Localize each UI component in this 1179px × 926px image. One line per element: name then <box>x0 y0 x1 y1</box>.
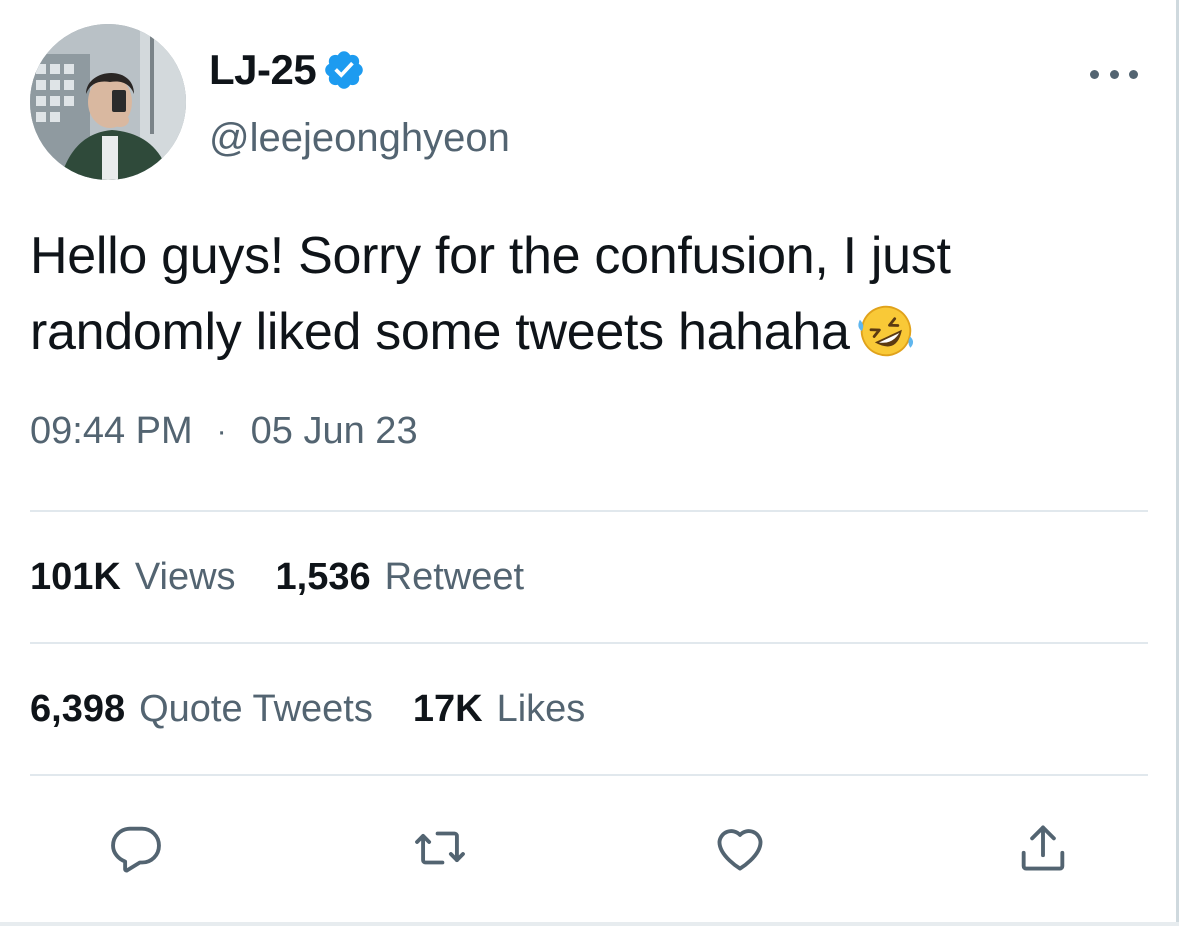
dot-icon <box>1109 69 1119 79</box>
divider <box>30 510 1148 512</box>
avatar-photo <box>30 24 186 180</box>
tweet-date[interactable]: 05 Jun 23 <box>251 410 418 453</box>
views-count: 101K <box>30 556 121 598</box>
stats-row-views-retweets: 101K Views 1,536 Retweet <box>30 556 564 599</box>
quote-tweets-stat[interactable]: 6,398 Quote Tweets <box>30 688 373 731</box>
views-stat[interactable]: 101K Views <box>30 556 236 599</box>
likes-label: Likes <box>496 688 586 730</box>
tweet-timestamp[interactable]: 09:44 PM · 05 Jun 23 <box>30 410 418 453</box>
bottom-edge <box>0 922 1179 926</box>
likes-count: 17K <box>412 688 483 730</box>
display-name[interactable]: LJ-25 <box>209 46 317 94</box>
views-label: Views <box>134 556 236 598</box>
tweet-action-bar <box>0 815 1179 881</box>
avatar[interactable] <box>30 24 186 180</box>
share-button[interactable] <box>1010 815 1076 881</box>
rolling-on-floor-laughing-emoji <box>858 305 913 357</box>
heart-icon <box>717 829 763 871</box>
more-options-icon[interactable] <box>1090 62 1138 86</box>
user-name-row[interactable]: LJ-25 <box>209 46 366 94</box>
stats-row-quotes-likes: 6,398 Quote Tweets 17K Likes <box>30 688 625 731</box>
retweets-count: 1,536 <box>275 556 371 598</box>
verified-badge-icon <box>325 51 364 89</box>
like-button[interactable] <box>707 815 773 881</box>
divider <box>30 774 1148 776</box>
dot-icon <box>1129 69 1138 79</box>
quote-tweets-label: Quote Tweets <box>139 688 373 730</box>
reply-icon <box>111 826 161 873</box>
retweet-icon <box>415 831 465 865</box>
divider <box>30 642 1148 644</box>
quote-tweets-count: 6,398 <box>30 688 126 730</box>
meta-separator: · <box>216 414 227 448</box>
dot-icon <box>1090 69 1099 79</box>
tweet-body: Hello guys! Sorry for the confusion, I j… <box>30 227 951 361</box>
retweet-button[interactable] <box>407 815 473 881</box>
retweets-stat[interactable]: 1,536 Retweet <box>276 556 525 599</box>
likes-stat[interactable]: 17K Likes <box>413 688 585 731</box>
user-handle[interactable]: @leejeonghyeon <box>209 116 510 161</box>
tweet-text: Hello guys! Sorry for the confusion, I j… <box>30 218 1140 370</box>
tweet-time[interactable]: 09:44 PM <box>30 410 193 453</box>
share-icon <box>1021 825 1065 871</box>
reply-button[interactable] <box>103 815 169 881</box>
retweets-label: Retweet <box>384 556 525 598</box>
